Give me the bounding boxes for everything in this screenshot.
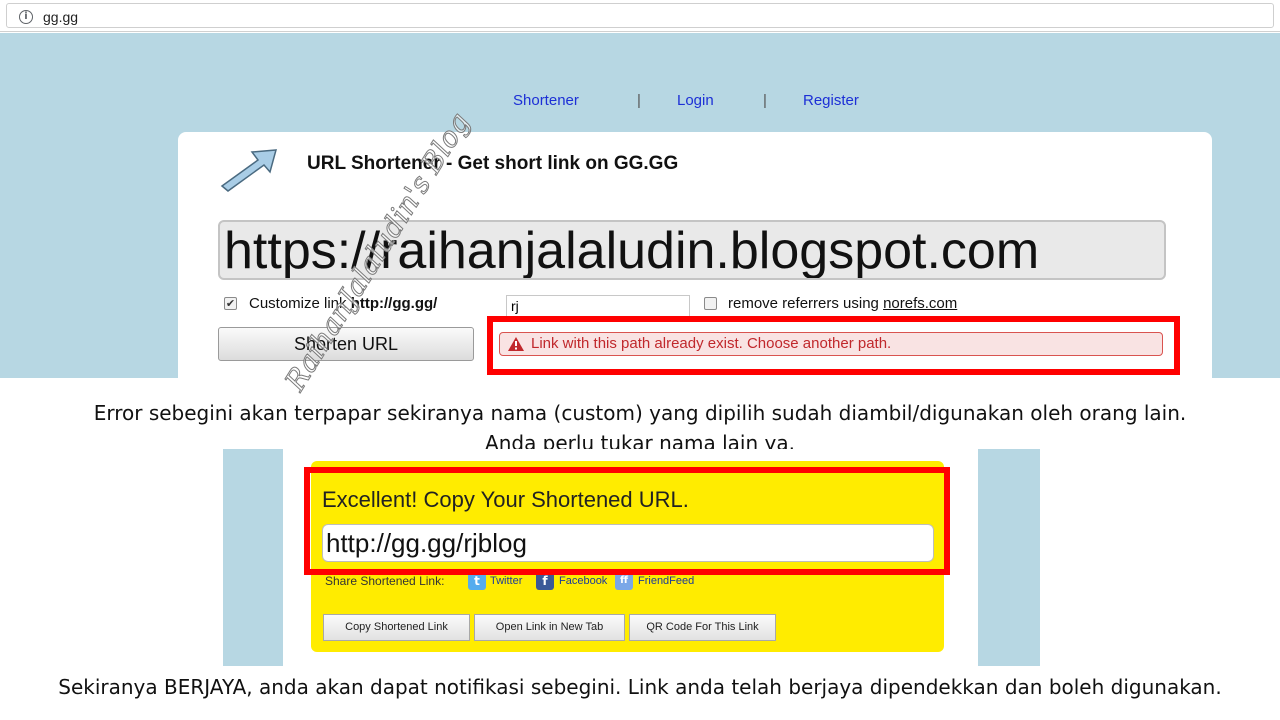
copy-shortened-link-button[interactable]: Copy Shortened Link: [323, 614, 470, 641]
browser-address-bar: i gg.gg: [0, 0, 1280, 32]
arrow-icon: [220, 149, 278, 192]
address-url[interactable]: gg.gg: [43, 9, 78, 25]
error-highlight-box: [487, 316, 1180, 375]
address-field[interactable]: i gg.gg: [6, 3, 1274, 28]
top-nav: Shortener | Login | Register: [0, 91, 1280, 111]
nav-link-shortener[interactable]: Shortener: [513, 91, 579, 111]
referrer-checkbox[interactable]: [704, 297, 717, 310]
page-title: URL Shortener - Get short link on GG.GG: [307, 153, 679, 174]
success-caption: Sekiranya BERJAYA, anda akan dapat notif…: [58, 675, 1222, 699]
info-icon[interactable]: i: [19, 10, 33, 24]
referrer-label-row: remove referrers using norefs.com: [728, 294, 957, 314]
nav-separator: |: [637, 92, 641, 109]
qr-code-button[interactable]: QR Code For This Link: [629, 614, 776, 641]
referrer-label: remove referrers using: [728, 295, 879, 312]
norefs-link[interactable]: norefs.com: [883, 295, 957, 312]
customize-checkbox[interactable]: ✔: [224, 297, 237, 310]
error-caption-line1: Error sebegini akan terpapar sekiranya n…: [93, 401, 1187, 425]
success-highlight-box: [304, 467, 950, 575]
open-link-new-tab-button[interactable]: Open Link in New Tab: [474, 614, 625, 641]
nav-link-login[interactable]: Login: [677, 91, 714, 111]
share-label: Share Shortened Link:: [325, 574, 445, 588]
nav-separator: |: [763, 92, 767, 109]
nav-link-register[interactable]: Register: [803, 91, 859, 111]
custom-path-input[interactable]: rj: [506, 295, 690, 317]
